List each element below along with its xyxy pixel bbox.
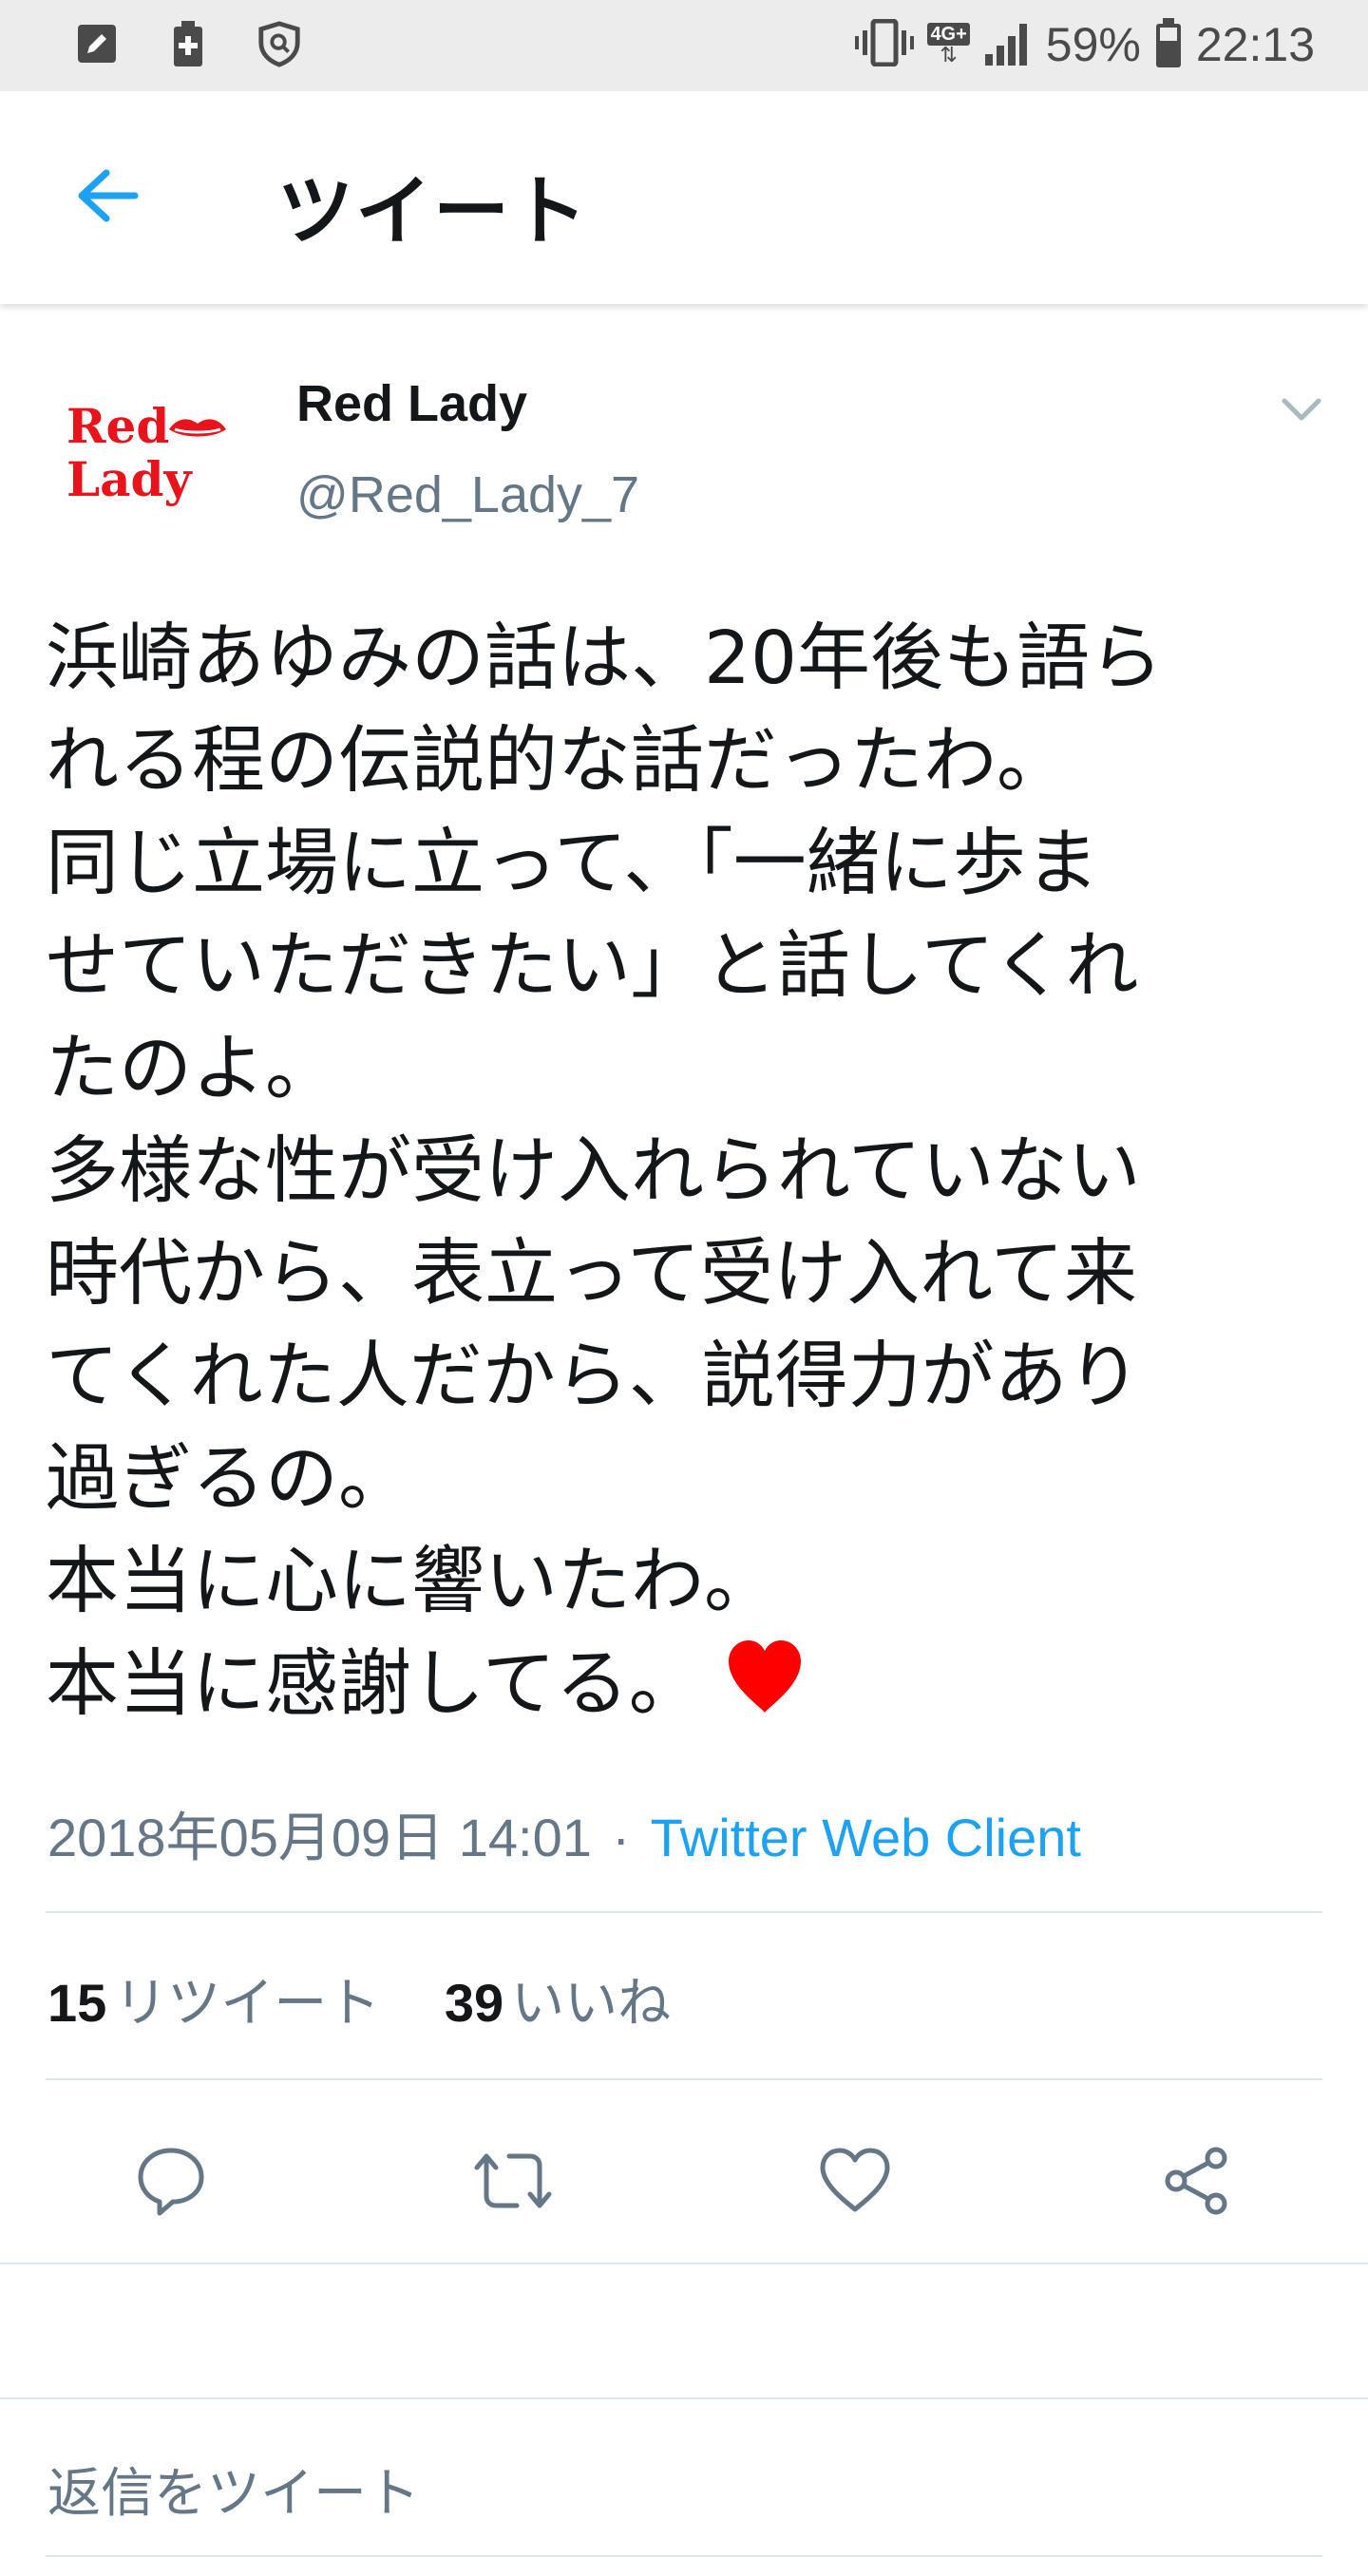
reply-icon (138, 2148, 204, 2216)
share-icon (1165, 2147, 1227, 2215)
share-button[interactable] (1155, 2139, 1239, 2223)
app-bar: ツイート (0, 91, 1368, 304)
battery-saver-icon (165, 21, 211, 66)
timestamp: 2018年05月09日 14:01 (48, 1808, 592, 1867)
edit-icon (74, 21, 120, 66)
heart-icon (725, 1638, 805, 1742)
like-button[interactable] (813, 2139, 897, 2223)
divider (46, 1911, 1322, 1913)
clock: 22:13 (1195, 18, 1315, 71)
avatar-line1: Red (66, 398, 169, 454)
reply-input[interactable]: 返信をツイート (48, 2451, 420, 2528)
chevron-down-icon[interactable] (1273, 380, 1330, 437)
back-button[interactable] (61, 158, 152, 234)
like-label: いいね (511, 1973, 672, 2033)
reply-button[interactable] (129, 2139, 213, 2223)
separator: · (612, 1808, 631, 1867)
divider (0, 2397, 1368, 2399)
arrow-left-icon (78, 169, 139, 222)
like-icon (820, 2148, 890, 2212)
author-name[interactable]: Red Lady (296, 374, 527, 433)
author-handle[interactable]: @Red_Lady_7 (296, 465, 639, 524)
tweet-meta: 2018年05月09日 14:01 · Twitter Web Client (48, 1795, 1081, 1872)
battery-icon (1154, 18, 1183, 71)
retweet-count: 15 (48, 1973, 107, 2033)
page-title: ツイート (277, 167, 589, 256)
vibrate-icon (855, 18, 915, 70)
retweet-icon (474, 2153, 552, 2208)
tweet-stats: 15 リツイート 39 いいね (48, 1960, 671, 2037)
like-count: 39 (444, 1973, 504, 2033)
retweet-label: リツイート (114, 1973, 381, 2033)
tweet-text: 浜崎あゆみの話は、20年後も語ら れる程の伝説的な話だったわ。 同じ立場に立って… (46, 608, 1328, 1742)
lips-icon (169, 419, 226, 437)
shield-icon (256, 21, 302, 67)
divider (46, 2555, 1322, 2557)
battery-percentage: 59% (1045, 18, 1141, 71)
retweet-stat[interactable]: 15 リツイート (48, 1973, 380, 2033)
retweet-button[interactable] (471, 2139, 555, 2223)
tweet-body: 浜崎あゆみの話は、20年後も語ら れる程の伝説的な話だったわ。 同じ立場に立って… (46, 616, 1163, 1727)
divider (0, 2263, 1368, 2264)
like-stat[interactable]: 39 いいね (445, 1973, 671, 2033)
divider (46, 2078, 1322, 2080)
network-type-icon: 4G+ ⇅ (927, 23, 970, 66)
avatar-line2: Lady (66, 451, 194, 507)
signal-icon (983, 20, 1033, 69)
client-link[interactable]: Twitter Web Client (651, 1808, 1081, 1867)
avatar[interactable]: Red Lady (53, 384, 243, 507)
action-bar (0, 2120, 1368, 2225)
status-bar: 4G+ ⇅ 59% 22:13 (0, 0, 1368, 91)
